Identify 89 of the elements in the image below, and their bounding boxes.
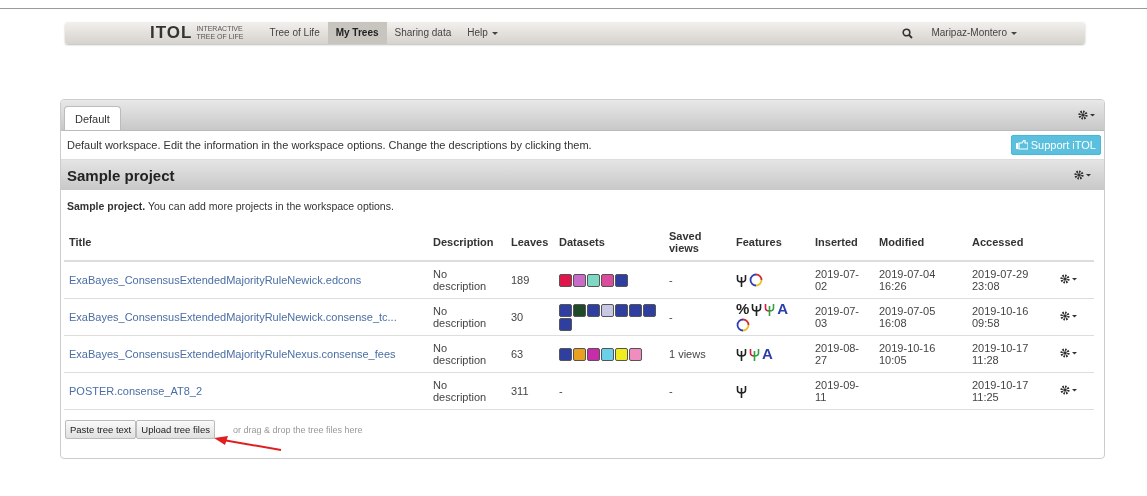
table-cell: 189 — [511, 274, 530, 286]
table-cell: 2019-07-02 — [815, 268, 860, 292]
tree-icon — [764, 302, 776, 316]
settings-icon[interactable] — [1078, 110, 1096, 120]
dataset-swatch[interactable] — [559, 317, 572, 331]
table-cell: 2019-07-29 23:08 — [972, 268, 1029, 292]
table-cell: 30 — [511, 311, 524, 323]
tree-icon — [751, 302, 763, 316]
tree-icon — [736, 273, 747, 287]
tree-link[interactable]: POSTER.consense_AT8_2 — [69, 385, 203, 397]
dataset-swatch[interactable] — [587, 347, 600, 361]
nav-link[interactable]: Sharing data — [386, 22, 460, 44]
search-icon[interactable] — [902, 27, 914, 39]
drop-hint: or drag & drop the tree files here — [232, 424, 363, 435]
arrow-drawing — [213, 434, 283, 452]
settings-icon[interactable] — [1060, 274, 1078, 284]
dataset-swatch[interactable] — [601, 347, 614, 361]
dataset-swatch[interactable] — [587, 303, 600, 317]
table-cell: - — [669, 274, 673, 286]
feature-icon: A — [762, 347, 773, 361]
user-menu[interactable]: Maripaz-Montero — [923, 22, 1025, 44]
workspace-description: Default workspace. Edit the information in the workspace options. Change the descriptions by clicking them. — [67, 139, 593, 151]
logo[interactable]: ITOL — [150, 23, 193, 43]
table-cell: 2019-07-05 16:08 — [879, 305, 936, 329]
table-cell: - — [669, 311, 673, 323]
table-cell: - — [669, 385, 673, 397]
nav-link[interactable]: Help — [459, 22, 506, 44]
dataset-swatch[interactable] — [587, 273, 600, 287]
upload-button[interactable]: Paste tree text — [65, 420, 137, 439]
dataset-swatch[interactable] — [601, 273, 614, 287]
settings-icon[interactable] — [1074, 170, 1092, 180]
tree-icon — [736, 347, 747, 361]
table-cell: - — [559, 385, 563, 397]
column-header: Modified — [879, 236, 925, 248]
table-cell: 2019-07-03 — [815, 305, 860, 329]
feature-icon: A — [777, 302, 789, 316]
settings-icon[interactable] — [1060, 348, 1078, 358]
table-cell: 2019-10-17 11:25 — [972, 379, 1029, 403]
table-cell: 2019-10-17 11:28 — [972, 342, 1029, 366]
dataset-swatch[interactable] — [559, 273, 572, 287]
table-cell: 1 views — [669, 348, 706, 360]
dataset-swatch[interactable] — [629, 303, 642, 317]
column-header: Inserted — [815, 236, 858, 248]
hand-icon — [1015, 140, 1028, 150]
table-cell: 2019-07-04 16:26 — [879, 268, 936, 292]
ring-icon — [736, 318, 750, 332]
table-cell: 2019-10-16 09:58 — [972, 305, 1029, 329]
table-cell: 63 — [511, 348, 524, 360]
table-cell: 2019-08-27 — [815, 342, 860, 366]
tree-link[interactable]: ExaBayes_ConsensusExtendedMajorityRuleNewick.edcons — [69, 274, 362, 286]
column-header: Leaves — [511, 236, 549, 248]
column-header: Saved views — [669, 230, 702, 254]
project-title: Sample project — [67, 166, 175, 184]
project-description: Sample project. You can add more projects in the workspace options. — [67, 200, 394, 212]
dataset-swatch[interactable] — [615, 347, 628, 361]
dataset-swatch[interactable] — [573, 273, 586, 287]
column-header: Datasets — [559, 236, 605, 248]
tree-link[interactable]: ExaBayes_ConsensusExtendedMajorityRuleNexus.consense_fees — [69, 348, 396, 360]
dataset-swatch[interactable] — [559, 347, 572, 361]
tree-link[interactable]: ExaBayes_ConsensusExtendedMajorityRuleNewick.consense_tc... — [69, 311, 397, 323]
upload-button[interactable]: Upload tree files — [136, 420, 215, 439]
nav-link[interactable]: My Trees — [327, 22, 387, 44]
table-cell: No description — [433, 268, 487, 292]
column-header: Features — [736, 236, 782, 248]
dataset-swatch[interactable] — [601, 303, 614, 317]
table-cell: 311 — [511, 385, 529, 397]
column-header: Title — [69, 236, 92, 248]
tree-icon — [749, 347, 760, 361]
table-cell: No description — [433, 305, 487, 329]
dataset-swatch[interactable] — [559, 303, 572, 317]
dataset-swatch[interactable] — [615, 273, 628, 287]
dataset-swatch[interactable] — [629, 347, 642, 361]
dataset-swatch[interactable] — [573, 347, 586, 361]
table-cell: No description — [433, 379, 487, 403]
workspace-tab[interactable]: Default — [64, 106, 121, 130]
dataset-swatch[interactable] — [643, 303, 656, 317]
table-cell: No description — [433, 342, 487, 366]
settings-icon[interactable] — [1060, 385, 1078, 395]
dataset-swatch[interactable] — [573, 303, 586, 317]
column-header: Description — [433, 236, 494, 248]
ring-icon — [749, 273, 763, 287]
column-header: Accessed — [972, 236, 1024, 248]
tree-icon — [736, 384, 747, 398]
dataset-swatch[interactable] — [615, 303, 628, 317]
feature-icon: % — [736, 302, 750, 316]
table-cell: 2019-10-16 10:05 — [879, 342, 936, 366]
settings-icon[interactable] — [1060, 311, 1078, 321]
table-cell: 2019-09-11 — [815, 379, 860, 403]
nav-link[interactable]: Tree of Life — [261, 22, 328, 44]
